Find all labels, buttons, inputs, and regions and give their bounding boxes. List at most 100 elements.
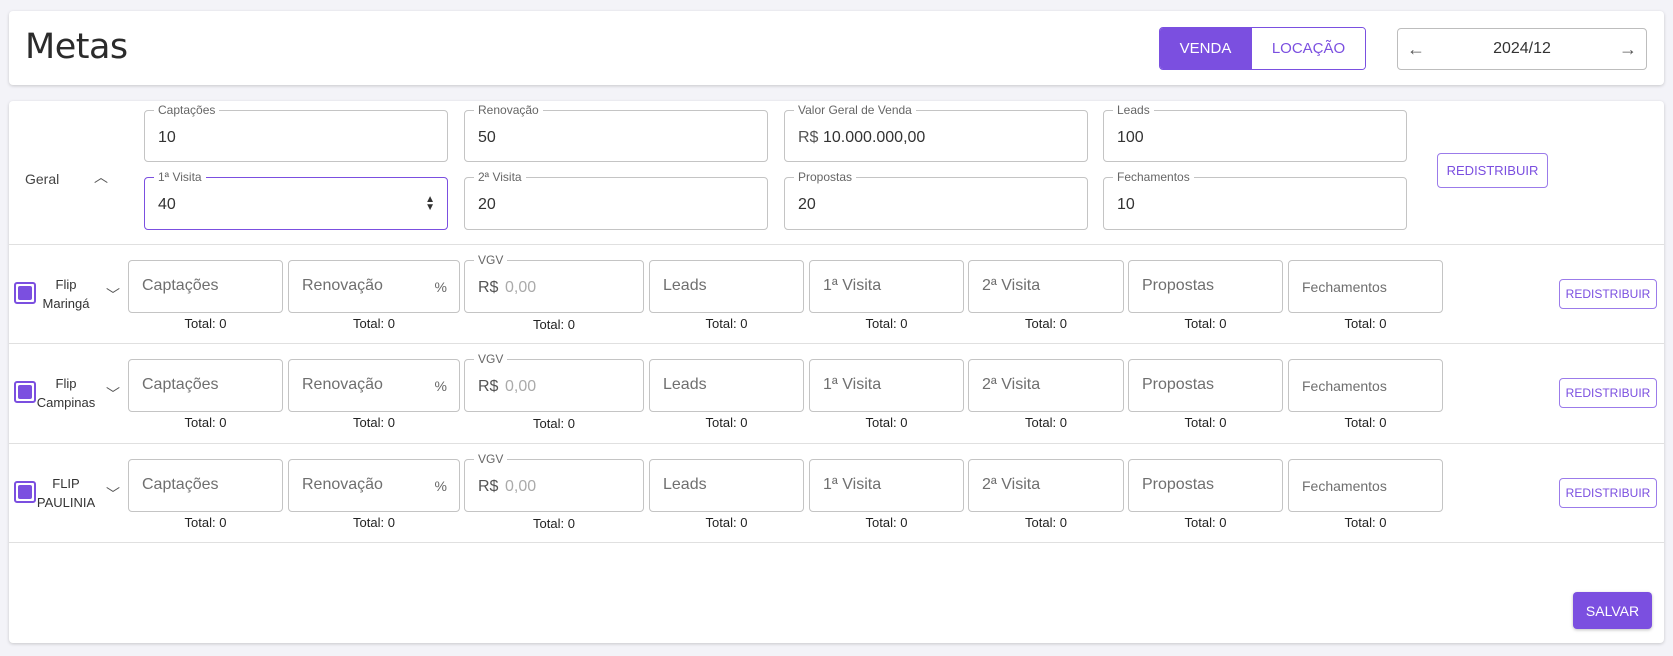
field-label: Valor Geral de Venda <box>794 103 916 117</box>
field-label: Propostas <box>794 170 857 184</box>
field-label: 1ª Visita <box>154 170 206 184</box>
divider <box>9 343 1664 344</box>
geral-redistribuir-button[interactable]: REDISTRIBUIR <box>1437 153 1548 188</box>
period-selector: ← 2024/12 → <box>1397 28 1647 70</box>
unit-visita1-field[interactable]: 1ª Visita <box>809 459 964 512</box>
unit-propostas-field[interactable]: Propostas <box>1128 459 1283 512</box>
field-total: Total: 0 <box>865 316 908 331</box>
percent-suffix: % <box>434 279 447 295</box>
vgv-placeholder: 0,00 <box>505 279 537 296</box>
chevron-up-icon[interactable]: ︿ <box>94 167 108 187</box>
unit-propostas-field[interactable]: Propostas <box>1128 359 1283 412</box>
field-total: Total: 0 <box>1344 316 1387 331</box>
field-value: 10 <box>158 129 176 146</box>
unit-renovacao-field[interactable]: Renovação% <box>288 459 460 512</box>
geral-label: Geral <box>25 171 60 187</box>
field-label: Leads <box>1113 103 1154 117</box>
unit-visita2-field[interactable]: 2ª Visita <box>968 260 1124 313</box>
mode-toggle: VENDA LOCAÇÃO <box>1159 27 1366 70</box>
geral-vgv-field[interactable]: Valor Geral de Venda R$ 10.000.000,00 <box>784 103 1088 162</box>
geral-renovacao-field[interactable]: Renovação 50 <box>464 103 768 162</box>
unit-visita2-field[interactable]: 2ª Visita <box>968 359 1124 412</box>
unit-captacoes-field[interactable]: Captações <box>128 260 283 313</box>
unit-fechamentos-field[interactable]: Fechamentos <box>1288 359 1443 412</box>
field-label: 2ª Visita <box>474 170 526 184</box>
unit-redistribuir-button[interactable]: REDISTRIBUIR <box>1559 279 1657 309</box>
unit-name-line1: Flip <box>55 277 77 292</box>
field-placeholder: Leads <box>663 376 707 393</box>
vgv-placeholder: 0,00 <box>505 378 537 395</box>
divider <box>9 443 1664 444</box>
geral-fechamentos-field[interactable]: Fechamentos 10 <box>1103 170 1407 230</box>
unit-vgv-field[interactable]: VGV R$ 0,00 <box>464 253 644 313</box>
field-total: Total: 0 <box>1025 415 1067 430</box>
field-placeholder: Leads <box>663 476 707 493</box>
unit-propostas-field[interactable]: Propostas <box>1128 260 1283 313</box>
unit-visita1-field[interactable]: 1ª Visita <box>809 359 964 412</box>
field-placeholder: Propostas <box>1142 277 1215 294</box>
unit-renovacao-field[interactable]: Renovação% <box>288 260 460 313</box>
unit-fechamentos-field[interactable]: Fechamentos <box>1288 260 1443 313</box>
unit-name-line1: Flip <box>55 376 77 391</box>
field-total: Total: 0 <box>1344 415 1387 430</box>
field-total: Total: 0 <box>1344 515 1387 530</box>
unit-name: Flip Maringá <box>31 275 101 313</box>
unit-leads-field[interactable]: Leads <box>649 359 804 412</box>
field-placeholder: Fechamentos <box>1302 378 1387 394</box>
field-placeholder: Fechamentos <box>1302 279 1387 295</box>
unit-visita1-field[interactable]: 1ª Visita <box>809 260 964 313</box>
chevron-down-icon[interactable]: ﹀ <box>106 384 120 404</box>
unit-visita2-field[interactable]: 2ª Visita <box>968 459 1124 512</box>
geral-propostas-field[interactable]: Propostas 20 <box>784 170 1088 230</box>
field-label: VGV <box>474 352 508 366</box>
field-placeholder: Propostas <box>1142 376 1215 393</box>
field-total: Total: 0 <box>705 316 748 331</box>
unit-captacoes-field[interactable]: Captações <box>128 459 283 512</box>
goals-panel: Geral ︿ Captações 10 Renovação 50 Valor … <box>9 101 1664 643</box>
percent-suffix: % <box>434 378 447 394</box>
field-total: Total: 0 <box>353 515 395 530</box>
mode-locacao-button[interactable]: LOCAÇÃO <box>1251 28 1365 69</box>
currency-prefix: R$ <box>478 378 499 395</box>
mode-venda-button[interactable]: VENDA <box>1160 28 1251 69</box>
field-placeholder: Captações <box>142 376 219 393</box>
unit-name-line2: Maringá <box>42 296 90 311</box>
field-placeholder: Renovação <box>302 376 383 393</box>
unit-leads-field[interactable]: Leads <box>649 459 804 512</box>
field-placeholder: Renovação <box>302 277 383 294</box>
field-value: 10 <box>1117 196 1135 213</box>
unit-name: FLIP PAULINIA <box>31 474 101 512</box>
field-total: Total: 0 <box>533 317 575 332</box>
currency-prefix: R$ <box>798 129 819 146</box>
field-total: Total: 0 <box>705 415 748 430</box>
unit-vgv-field[interactable]: VGV R$ 0,00 <box>464 352 644 412</box>
geral-leads-field[interactable]: Leads 100 <box>1103 103 1407 162</box>
field-value: 10.000.000,00 <box>823 129 926 146</box>
unit-vgv-field[interactable]: VGV R$ 0,00 <box>464 452 644 512</box>
chevron-down-icon[interactable]: ﹀ <box>106 285 120 305</box>
chevron-down-icon[interactable]: ﹀ <box>106 484 120 504</box>
unit-redistribuir-button[interactable]: REDISTRIBUIR <box>1559 378 1657 408</box>
currency-prefix: R$ <box>478 279 499 296</box>
arrow-left-icon[interactable]: ← <box>1406 39 1426 60</box>
unit-redistribuir-button[interactable]: REDISTRIBUIR <box>1559 478 1657 508</box>
geral-captacoes-field[interactable]: Captações 10 <box>144 103 448 162</box>
field-label: VGV <box>474 253 508 267</box>
unit-renovacao-field[interactable]: Renovação% <box>288 359 460 412</box>
field-total: Total: 0 <box>1184 316 1227 331</box>
unit-fechamentos-field[interactable]: Fechamentos <box>1288 459 1443 512</box>
unit-name: Flip Campinas <box>31 374 101 412</box>
field-total: Total: 0 <box>865 415 908 430</box>
field-total: Total: 0 <box>1025 316 1067 331</box>
field-label: VGV <box>474 452 508 466</box>
field-placeholder: Renovação <box>302 476 383 493</box>
arrow-right-icon[interactable]: → <box>1618 39 1638 60</box>
field-total: Total: 0 <box>533 416 575 431</box>
geral-visita2-field[interactable]: 2ª Visita 20 <box>464 170 768 230</box>
number-spinner-icon[interactable]: ▲ ▼ <box>425 195 435 213</box>
unit-captacoes-field[interactable]: Captações <box>128 359 283 412</box>
geral-visita1-field[interactable]: 1ª Visita 40 ▲ ▼ <box>144 170 448 230</box>
period-value: 2024/12 <box>1493 40 1551 57</box>
unit-leads-field[interactable]: Leads <box>649 260 804 313</box>
save-button[interactable]: SALVAR <box>1573 592 1652 629</box>
